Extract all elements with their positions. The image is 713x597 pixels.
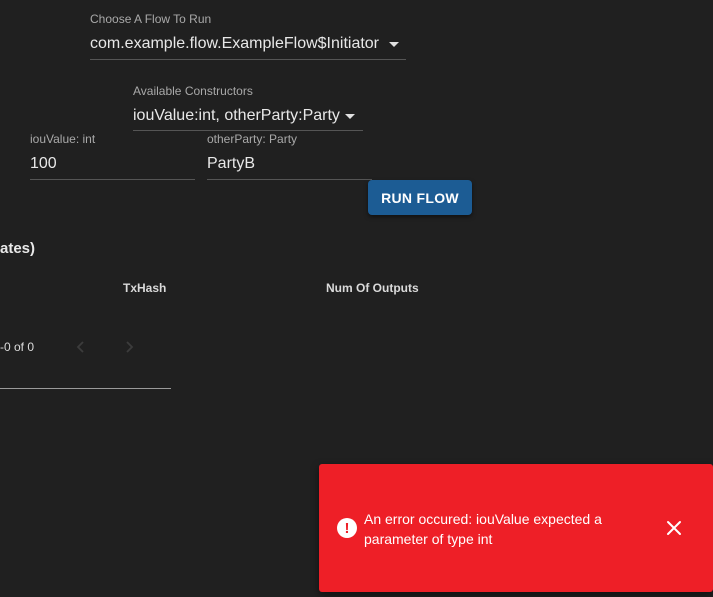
- chevron-right-icon[interactable]: [122, 340, 136, 354]
- chevron-down-icon: [389, 42, 399, 47]
- iou-value-field[interactable]: 100: [30, 150, 195, 180]
- chevron-left-icon[interactable]: [74, 340, 88, 354]
- flow-select[interactable]: com.example.flow.ExampleFlow$Initiator: [90, 30, 406, 60]
- chevron-down-icon: [345, 114, 355, 119]
- other-party-label: otherParty: Party: [207, 132, 298, 146]
- close-icon[interactable]: [666, 520, 682, 536]
- run-flow-button[interactable]: RUN FLOW: [368, 180, 472, 215]
- error-icon: !: [337, 518, 357, 538]
- section-title: ates): [0, 240, 36, 257]
- constructor-select-label: Available Constructors: [133, 84, 253, 98]
- iou-value-label: iouValue: int: [30, 132, 96, 146]
- flow-select-label: Choose A Flow To Run: [90, 12, 212, 26]
- pagination-range: -0 of 0: [0, 340, 35, 354]
- constructor-select[interactable]: iouValue:int, otherParty:Party: [133, 102, 363, 131]
- flow-select-value: com.example.flow.ExampleFlow$Initiator: [90, 35, 380, 52]
- other-party-field[interactable]: PartyB: [207, 150, 372, 180]
- pagination-divider: [0, 388, 171, 389]
- column-header-txhash[interactable]: TxHash: [123, 281, 166, 295]
- other-party-input[interactable]: PartyB: [207, 155, 255, 173]
- iou-value-input[interactable]: 100: [30, 155, 57, 173]
- error-message: An error occured: iouValue expected a pa…: [364, 511, 602, 547]
- column-header-num-outputs[interactable]: Num Of Outputs: [326, 281, 419, 295]
- error-toast: ! An error occured: iouValue expected a …: [319, 464, 713, 592]
- constructor-select-value: iouValue:int, otherParty:Party: [133, 107, 340, 124]
